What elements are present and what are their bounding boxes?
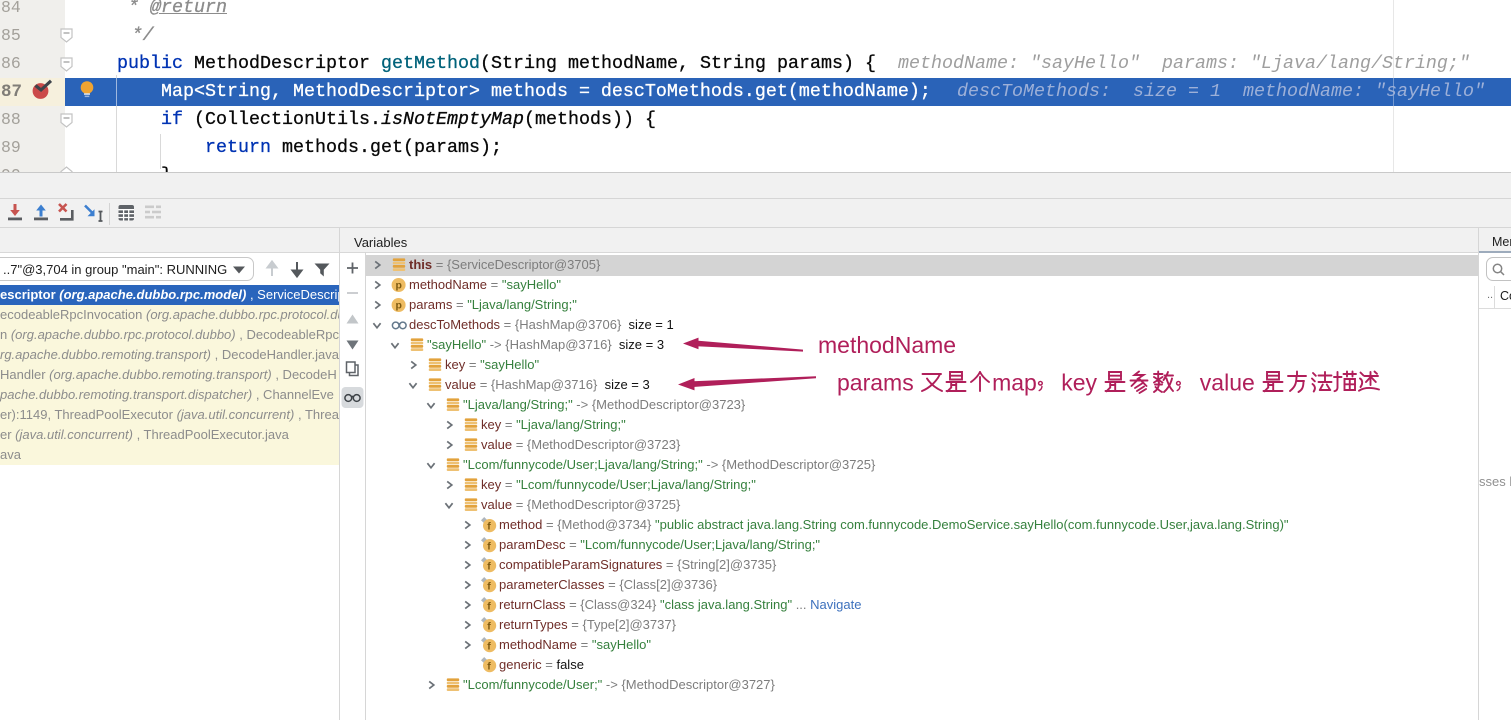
svg-text:f: f [487, 541, 491, 553]
svg-text:f: f [487, 561, 491, 573]
svg-text:f: f [487, 581, 491, 593]
svg-text:f: f [487, 601, 491, 613]
svg-text:f: f [487, 521, 491, 533]
svg-text:p: p [396, 300, 402, 312]
svg-text:f: f [487, 641, 491, 653]
svg-text:f: f [487, 621, 491, 633]
svg-text:p: p [396, 280, 402, 292]
svg-text:f: f [487, 661, 491, 673]
